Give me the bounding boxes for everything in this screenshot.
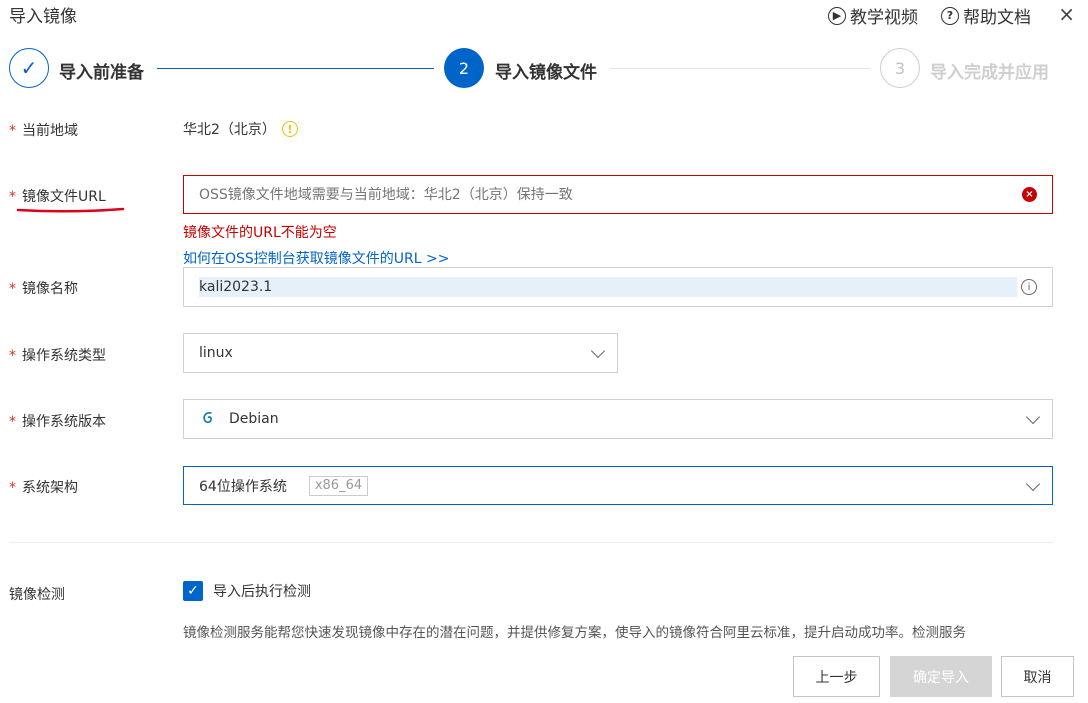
step-2-label: 导入镜像文件 — [495, 63, 597, 83]
cancel-button[interactable]: 取消 — [1001, 656, 1074, 697]
arch-value: 64位操作系统 — [199, 478, 287, 495]
os-version-select[interactable]: Debian — [183, 399, 1053, 439]
red-underline-annotation — [16, 207, 125, 213]
image-check-description: 镜像检测服务能帮您快速发现镜像中存在的潜在问题，并提供修复方案，使导入的镜像符合… — [183, 625, 966, 641]
region-value-wrap: 华北2（北京） ! — [183, 119, 298, 139]
info-icon[interactable]: i — [1021, 279, 1037, 295]
url-error-text: 镜像文件的URL不能为空 — [183, 225, 337, 241]
os-type-label: * 操作系统类型 — [9, 348, 106, 364]
os-version-label: * 操作系统版本 — [9, 414, 106, 430]
clear-error-icon[interactable]: × — [1022, 187, 1037, 202]
image-name-input[interactable]: kali2023.1 — [184, 279, 272, 295]
help-docs-link[interactable]: ? 帮助文档 — [941, 3, 1031, 28]
check-after-import-option[interactable]: ✓ 导入后执行检测 — [183, 581, 311, 601]
warning-icon[interactable]: ! — [281, 121, 298, 137]
chevron-down-icon — [1025, 476, 1041, 491]
chevron-down-icon — [1025, 409, 1041, 425]
region-label: * 当前地域 — [9, 123, 78, 139]
prev-step-button[interactable]: 上一步 — [793, 656, 880, 697]
image-name-label: * 镜像名称 — [9, 281, 78, 297]
close-icon[interactable]: × — [1058, 2, 1075, 26]
dialog-title: 导入镜像 — [9, 7, 77, 27]
os-type-value: linux — [199, 345, 233, 361]
step-2-circle: 2 — [444, 48, 484, 88]
tutorial-video-link[interactable]: ▶ 教学视频 — [828, 3, 918, 28]
help-icon: ? — [941, 6, 959, 25]
chevron-down-icon — [590, 343, 606, 359]
region-value: 华北2（北京） — [183, 122, 276, 138]
step-1-label: 导入前准备 — [59, 63, 144, 83]
os-type-select[interactable]: linux — [183, 333, 618, 373]
url-label: * 镜像文件URL — [9, 189, 106, 205]
text-selection-highlight — [199, 277, 1017, 297]
image-name-input-wrap[interactable]: kali2023.1 i — [183, 267, 1053, 307]
step-1-circle: ✓ — [9, 48, 49, 88]
step-connector-2 — [610, 68, 870, 69]
url-input[interactable] — [184, 176, 984, 213]
debian-logo-icon — [203, 412, 212, 424]
step-connector-1 — [157, 68, 434, 69]
section-divider — [9, 542, 1053, 543]
step-3-label: 导入完成并应用 — [930, 63, 1049, 83]
checkbox-checked-icon[interactable]: ✓ — [183, 581, 203, 601]
step-3-circle: 3 — [880, 48, 920, 88]
oss-url-help-link[interactable]: 如何在OSS控制台获取镜像文件的URL >> — [183, 248, 449, 268]
arch-label: * 系统架构 — [9, 480, 78, 496]
image-check-label: 镜像检测 — [9, 587, 65, 603]
arch-tag: x86_64 — [308, 475, 369, 496]
url-input-wrap: × — [183, 175, 1053, 214]
confirm-import-button[interactable]: 确定导入 — [890, 656, 992, 697]
os-version-value: Debian — [229, 411, 279, 427]
checkbox-label: 导入后执行检测 — [213, 584, 311, 600]
check-icon: ✓ — [20, 56, 38, 80]
arch-select[interactable]: 64位操作系统 x86_64 — [183, 466, 1053, 505]
play-icon: ▶ — [828, 6, 846, 25]
